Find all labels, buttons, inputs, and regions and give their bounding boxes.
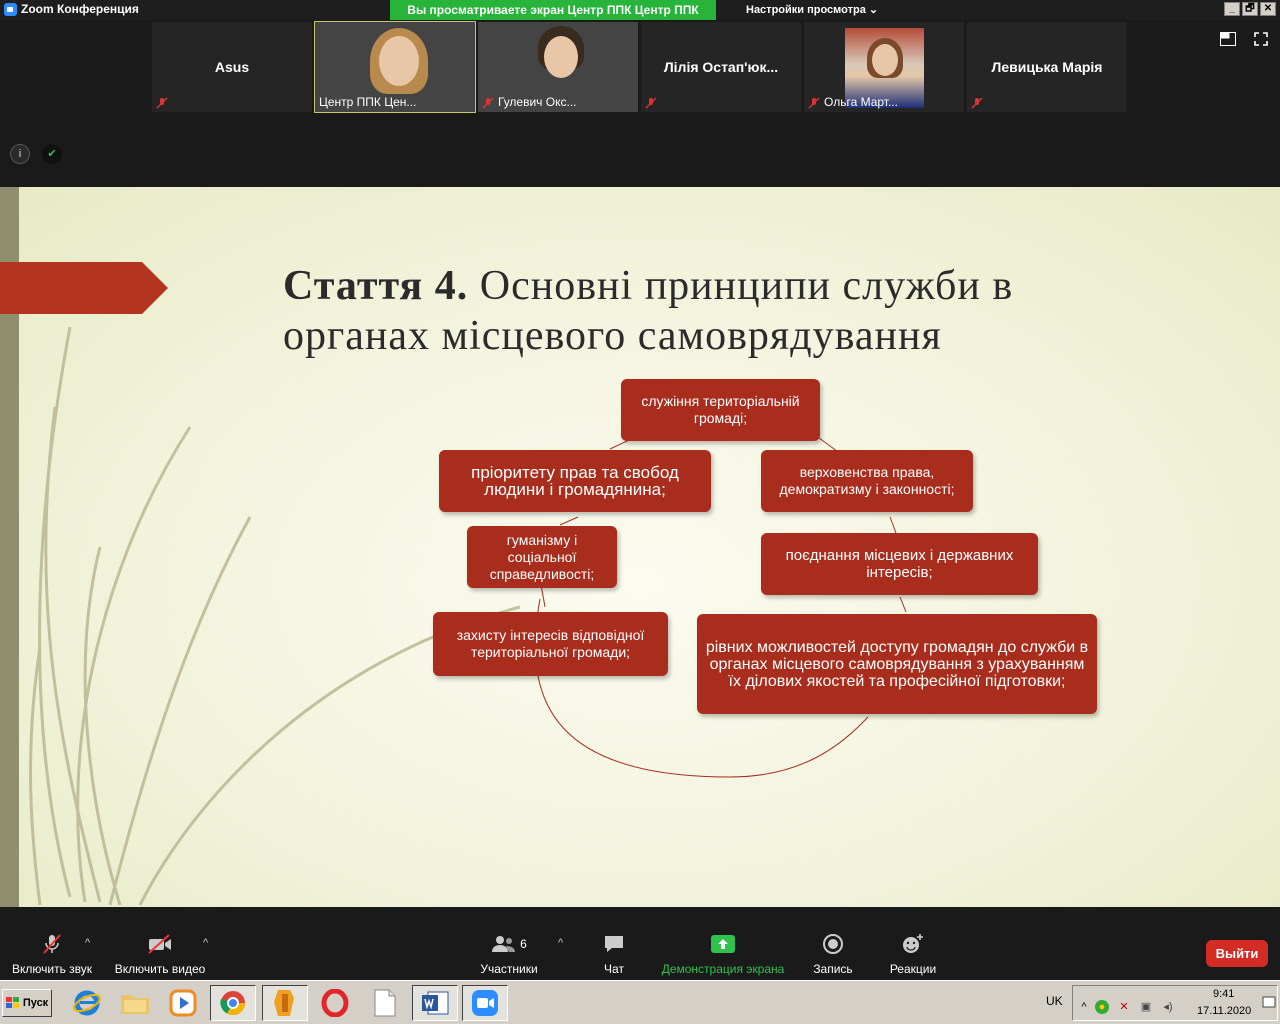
taskbar-app-orange[interactable] xyxy=(262,985,308,1021)
share-screen-button[interactable]: Демонстрация экрана xyxy=(660,933,786,976)
participant-tile[interactable]: Центр ППК Цен... xyxy=(314,21,476,113)
clock-date[interactable]: 17.11.2020 xyxy=(1197,1005,1251,1017)
fullscreen-icon[interactable] xyxy=(1254,32,1268,46)
document-icon xyxy=(374,989,396,1017)
window-controls: _ 🗗 ✕ xyxy=(1224,2,1276,16)
principle-box: служіння територіальній громаді; xyxy=(621,379,820,441)
view-settings-button[interactable]: Настройки просмотра ⌄ xyxy=(746,3,878,16)
participants-count: 6 xyxy=(520,937,527,951)
participants-button[interactable]: 6 Участники xyxy=(478,933,540,976)
participant-name: Asus xyxy=(214,59,250,75)
video-off-icon xyxy=(148,934,171,954)
shared-screen-slide: Стаття 4. Основні принципи служби в орга… xyxy=(0,187,1280,907)
taskbar-app-internet-explorer[interactable] xyxy=(64,985,110,1021)
reactions-button[interactable]: Реакции xyxy=(886,933,940,976)
participants-icon xyxy=(492,936,516,952)
taskbar-app-opera[interactable] xyxy=(312,985,358,1021)
meeting-toolbar: Включить звук ^ Включить видео ^ 6 Участ… xyxy=(0,907,1280,980)
audio-options-caret[interactable]: ^ xyxy=(85,937,90,949)
unmute-button[interactable]: Включить звук xyxy=(10,933,94,976)
windows-taskbar: Пуск UK ^ ● ✕ ▣ ◂) 9:41 17.11.2020 xyxy=(0,980,1280,1024)
participant-name: Ольга Март... xyxy=(824,95,898,109)
taskbar-app-word[interactable] xyxy=(412,985,458,1021)
mic-muted-icon xyxy=(808,97,820,109)
reactions-icon xyxy=(903,934,923,953)
principle-box: захисту інтересів відповідної територіал… xyxy=(433,612,668,676)
participants-options-caret[interactable]: ^ xyxy=(558,937,563,949)
zoom-logo-icon xyxy=(4,2,17,16)
tray-app-icon[interactable]: ● xyxy=(1095,1000,1109,1014)
internet-explorer-icon xyxy=(73,990,101,1016)
mic-muted-icon xyxy=(645,97,657,109)
language-indicator[interactable]: UK xyxy=(1046,994,1063,1008)
zoom-icon xyxy=(472,990,498,1016)
shield-icon[interactable]: ✔ xyxy=(42,144,62,164)
network-icon[interactable]: ▣ xyxy=(1139,1000,1153,1014)
record-button[interactable]: Запись xyxy=(810,933,856,976)
screen-share-banner: Вы просматриваете экран Центр ППК Центр … xyxy=(390,0,716,20)
taskbar-app-chrome[interactable] xyxy=(210,985,256,1021)
participant-tile[interactable]: Ольга Март... xyxy=(804,22,964,112)
slide-arrow-shape xyxy=(0,262,168,314)
window-title: Zoom Конференция xyxy=(21,2,139,16)
tray-expand-icon[interactable]: ^ xyxy=(1077,1000,1091,1014)
participant-tile[interactable]: Левицька Марія xyxy=(967,22,1127,112)
clock-time[interactable]: 9:41 xyxy=(1213,988,1234,1000)
chevron-down-icon: ⌄ xyxy=(868,4,879,16)
folder-icon xyxy=(121,995,149,1014)
gallery-view-icon[interactable] xyxy=(1220,32,1236,46)
principle-box: пріоритету прав та свобод людини і грома… xyxy=(439,450,711,512)
participant-name: Лілія Остап'юк... xyxy=(663,59,779,75)
app-orange-icon xyxy=(274,990,294,1016)
principle-box: верховенства права, демократизму і закон… xyxy=(761,450,973,512)
mic-muted-icon xyxy=(156,97,168,109)
close-button[interactable]: ✕ xyxy=(1260,2,1276,16)
mic-muted-icon xyxy=(971,97,983,109)
principle-box: рівних можливостей доступу громадян до с… xyxy=(697,614,1097,714)
share-screen-icon xyxy=(711,935,735,953)
mic-muted-icon xyxy=(43,934,61,954)
participant-tile[interactable]: Лілія Остап'юк... xyxy=(641,22,801,112)
title-bar: Zoom Конференция Вы просматриваете экран… xyxy=(0,0,1280,20)
participant-tile[interactable]: Asus xyxy=(152,22,312,112)
word-icon xyxy=(422,991,449,1015)
taskbar-app-document[interactable] xyxy=(362,985,408,1021)
taskbar-app-file-explorer[interactable] xyxy=(112,985,158,1021)
leave-meeting-button[interactable]: Выйти xyxy=(1206,940,1268,967)
mic-muted-icon xyxy=(482,97,494,109)
principle-box: поєднання місцевих і державних інтересів… xyxy=(761,533,1038,595)
taskbar-app-zoom[interactable] xyxy=(462,985,508,1021)
windows-logo-icon xyxy=(5,997,19,1008)
participant-tile[interactable]: Гулевич Окс... xyxy=(478,22,638,112)
participant-name: Центр ППК Цен... xyxy=(319,95,417,109)
media-player-icon xyxy=(169,989,197,1017)
video-options-caret[interactable]: ^ xyxy=(203,937,208,949)
show-desktop-icon[interactable] xyxy=(1262,995,1276,1009)
principle-box: гуманізму і соціальної справедливості; xyxy=(467,526,617,588)
chat-icon xyxy=(605,936,623,952)
volume-icon[interactable]: ◂) xyxy=(1161,1000,1175,1014)
participant-name: Левицька Марія xyxy=(991,59,1103,75)
video-strip: Asus Центр ППК Цен... Гулевич Окс... Ліл… xyxy=(0,20,1280,187)
record-icon xyxy=(823,934,843,954)
start-button[interactable]: Пуск xyxy=(2,989,52,1017)
meeting-info-icons: i ✔ xyxy=(10,144,62,164)
start-video-button[interactable]: Включить видео xyxy=(114,933,206,976)
network-error-icon[interactable]: ✕ xyxy=(1117,1000,1131,1014)
chrome-icon xyxy=(220,991,245,1016)
participant-name: Гулевич Окс... xyxy=(498,95,577,109)
view-mode-icons xyxy=(1220,32,1268,46)
restore-button[interactable]: 🗗 xyxy=(1242,2,1258,16)
minimize-button[interactable]: _ xyxy=(1224,2,1240,16)
info-icon[interactable]: i xyxy=(10,144,30,164)
slide-title: Стаття 4. Основні принципи служби в орга… xyxy=(283,263,1014,359)
opera-icon xyxy=(321,989,349,1017)
taskbar-app-media-player[interactable] xyxy=(160,985,206,1021)
chat-button[interactable]: Чат xyxy=(596,933,632,976)
app-title: Zoom Конференция xyxy=(4,2,139,16)
